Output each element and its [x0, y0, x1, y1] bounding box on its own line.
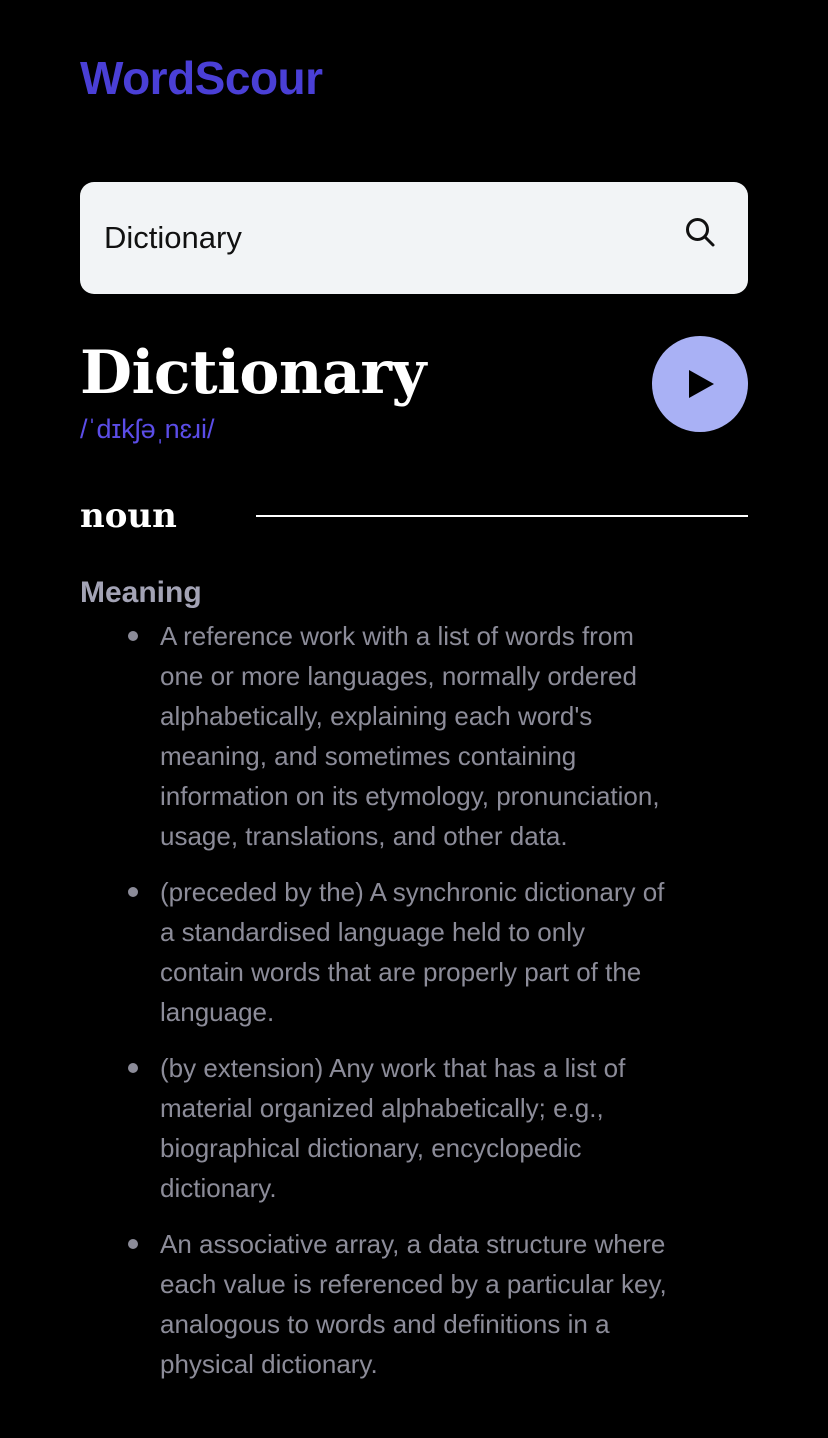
bullet	[128, 1239, 138, 1249]
part-of-speech-label: noun	[80, 496, 177, 536]
definition-list: A reference work with a list of words fr…	[80, 616, 748, 1400]
play-icon	[689, 370, 714, 398]
definition-item: (preceded by the) A synchronic dictionar…	[80, 872, 748, 1032]
bullet	[128, 631, 138, 641]
bullet	[128, 887, 138, 897]
app-logo[interactable]: WordScour	[80, 50, 323, 106]
play-pronunciation-button[interactable]	[652, 336, 748, 432]
definition-text: (by extension) Any work that has a list …	[160, 1053, 626, 1203]
definition-item: An associative array, a data structure w…	[80, 1224, 748, 1384]
meaning-heading: Meaning	[80, 576, 202, 609]
definition-item: A reference work with a list of words fr…	[80, 616, 748, 856]
definition-text: An associative array, a data structure w…	[160, 1229, 667, 1379]
bullet	[128, 1063, 138, 1073]
definition-item: (by extension) Any work that has a list …	[80, 1048, 748, 1208]
search-bar	[80, 182, 748, 294]
search-input[interactable]	[104, 208, 678, 268]
search-icon[interactable]	[678, 210, 722, 254]
definition-text: (preceded by the) A synchronic dictionar…	[160, 877, 665, 1027]
word-title: Dictionary	[80, 338, 426, 408]
definition-text: A reference work with a list of words fr…	[160, 621, 660, 851]
app-container: WordScour Dictionary /ˈdɪkʃəˌnɛɹi/ noun …	[80, 0, 748, 1438]
part-of-speech-divider	[256, 515, 748, 517]
phonetic-text: /ˈdɪkʃəˌnɛɹi/	[80, 414, 215, 444]
part-of-speech-row: noun	[80, 492, 748, 540]
